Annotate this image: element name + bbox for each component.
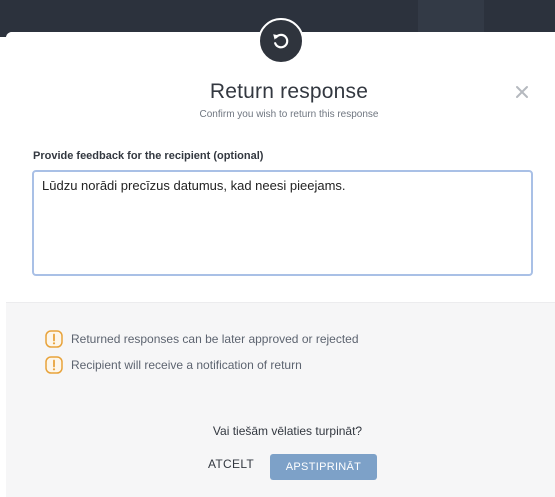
note-text: Returned responses can be later approved…: [71, 332, 359, 346]
note-notification: Recipient will receive a notification of…: [45, 356, 302, 374]
dialog-header-section: Return response Confirm you wish to retu…: [6, 32, 555, 302]
dialog-footer-section: Returned responses can be later approved…: [6, 302, 555, 497]
note-approve-reject: Returned responses can be later approved…: [45, 330, 359, 348]
return-response-dialog: Return response Confirm you wish to retu…: [6, 32, 555, 497]
undo-icon: [258, 18, 304, 64]
dialog-title: Return response: [209, 80, 369, 103]
close-icon[interactable]: [512, 82, 532, 102]
note-text: Recipient will receive a notification of…: [71, 358, 302, 372]
feedback-textarea[interactable]: Lūdzu norādi precīzus datumus, kad neesi…: [32, 170, 533, 276]
warning-icon: [45, 330, 63, 348]
confirm-question: Vai tiešām vēlaties turpināt?: [212, 424, 363, 438]
undo-badge: [258, 18, 304, 64]
warning-icon: [45, 356, 63, 374]
feedback-label: Provide feedback for the recipient (opti…: [33, 150, 264, 162]
page: Return response Confirm you wish to retu…: [0, 0, 555, 497]
confirm-button[interactable]: APSTIPRINĀT: [270, 454, 377, 480]
dialog-subtitle: Confirm you wish to return this response: [199, 109, 379, 120]
cancel-button[interactable]: ATCELT: [202, 453, 260, 475]
